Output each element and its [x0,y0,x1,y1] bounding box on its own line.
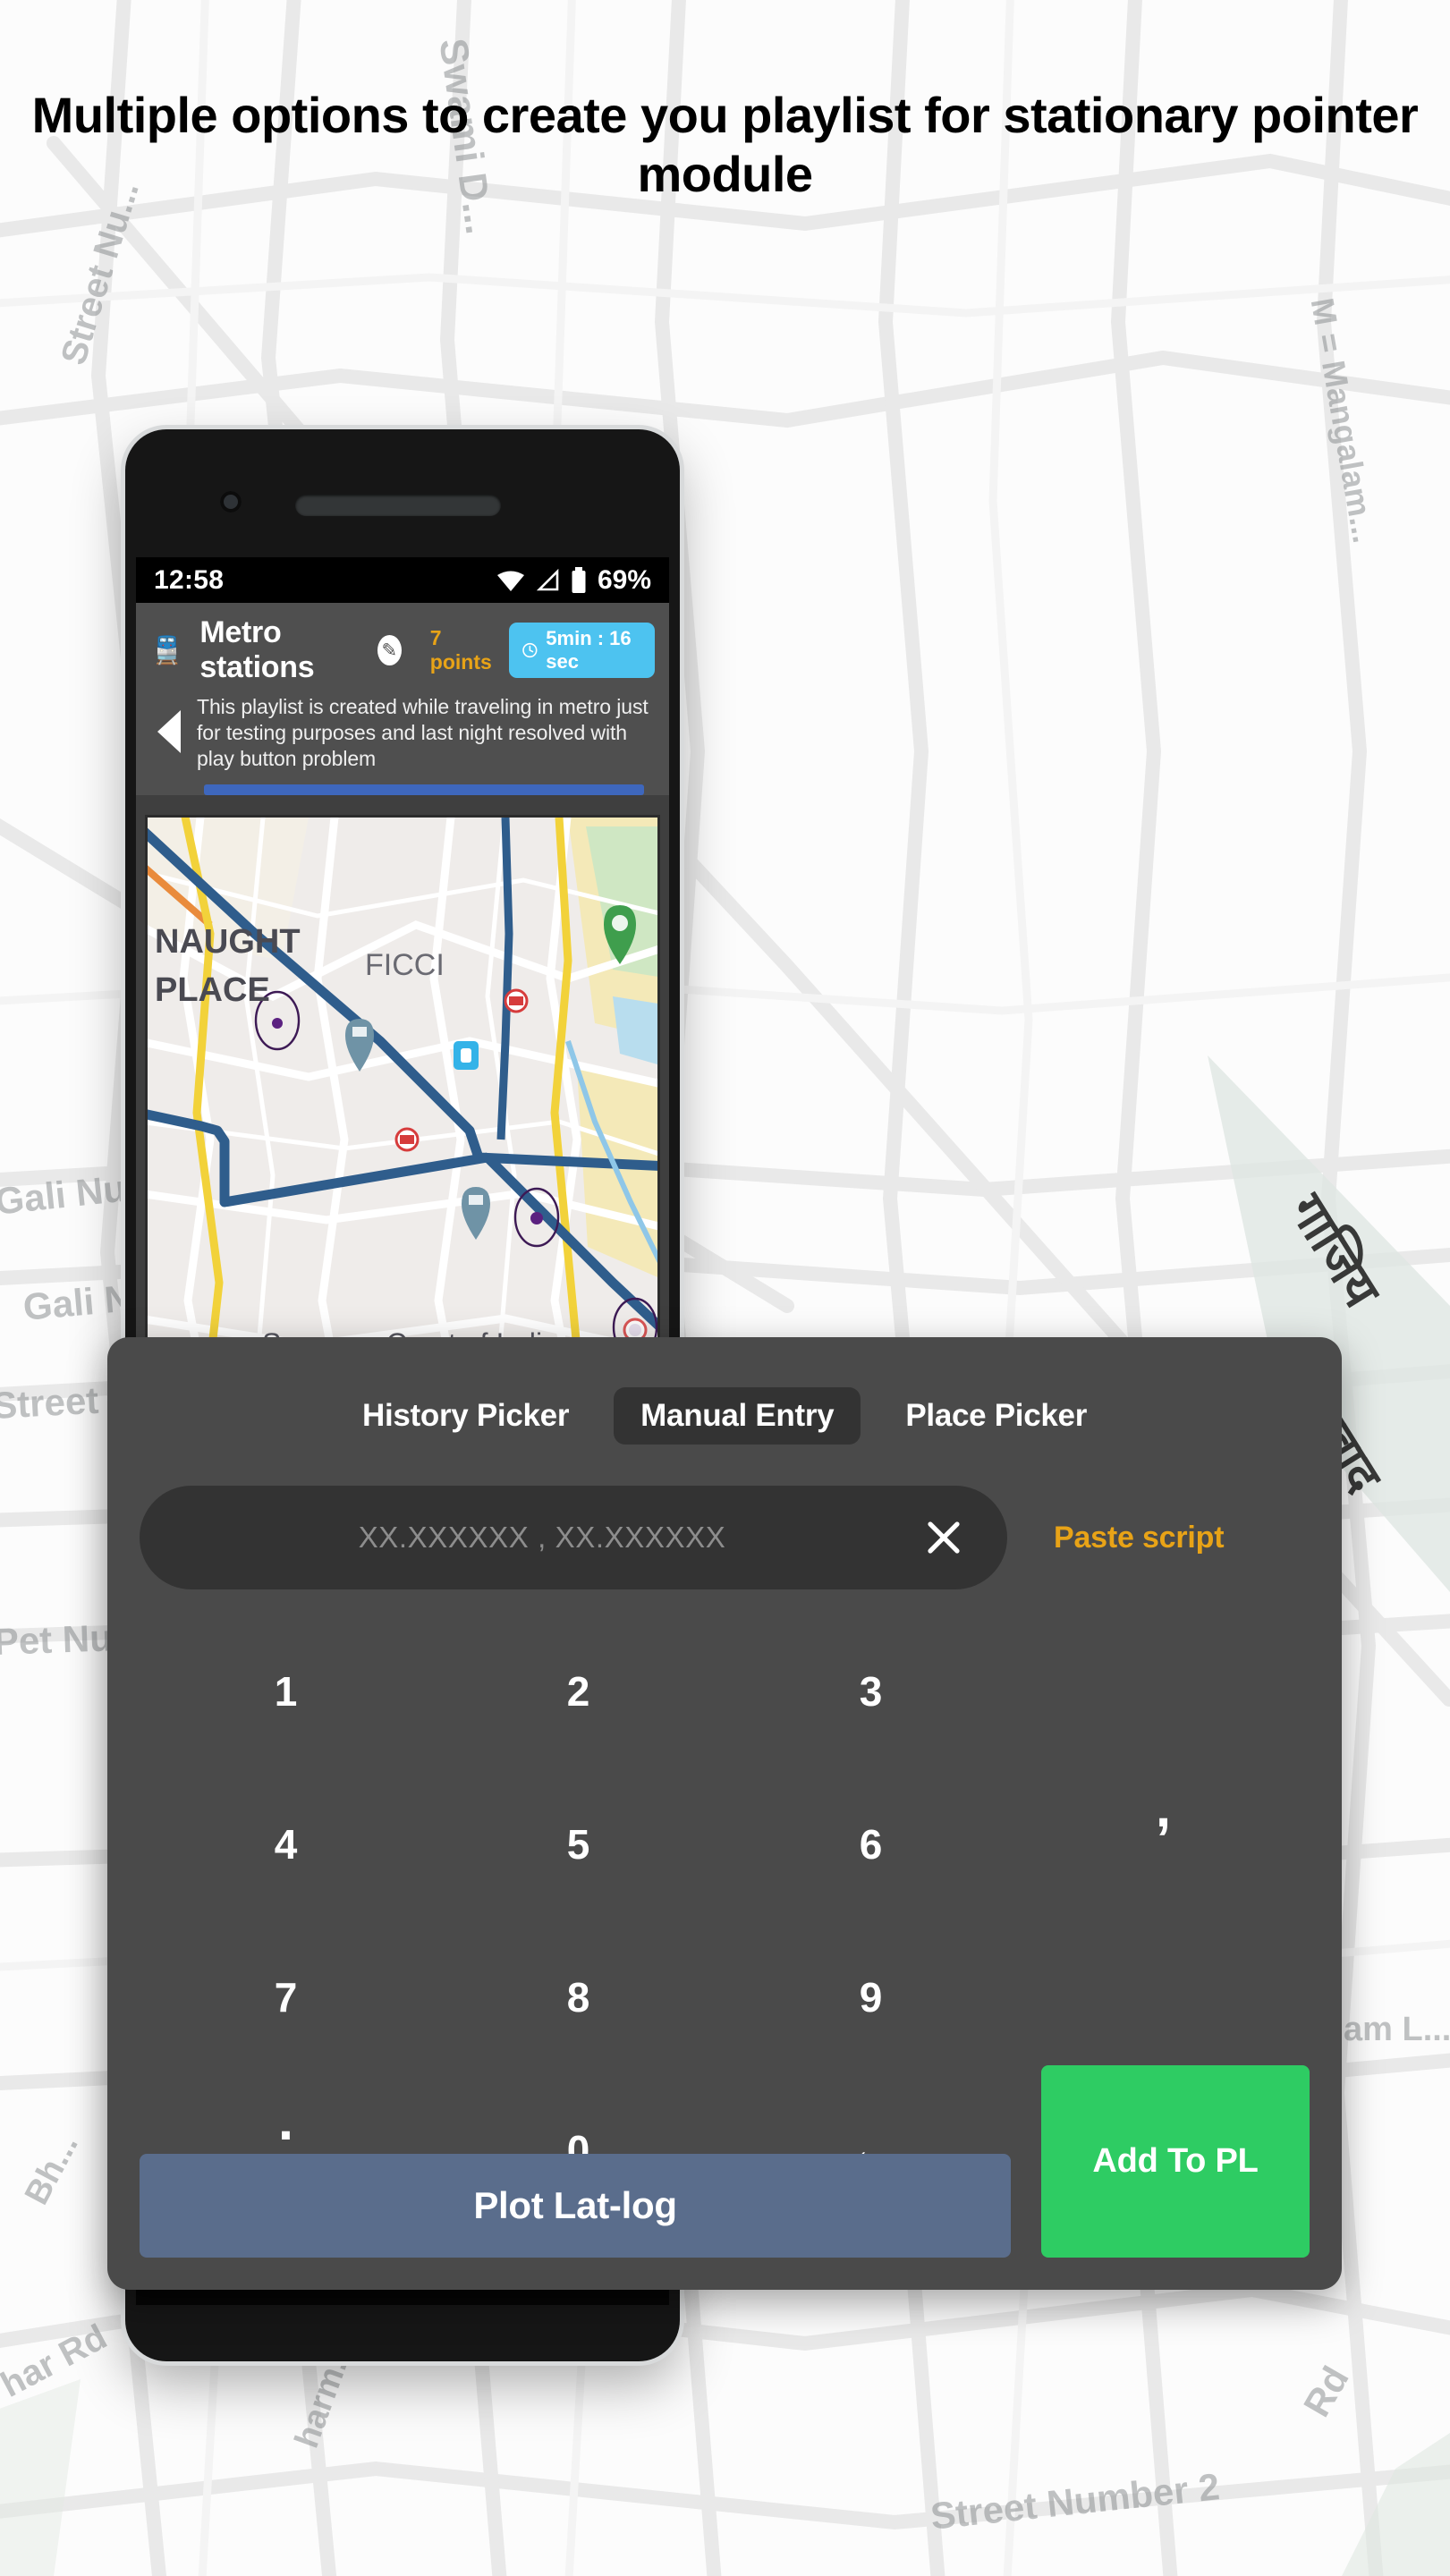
phone-top-bezel [125,429,680,557]
back-arrow-icon[interactable] [154,708,186,755]
map-place-label: NAUGHT [155,922,301,961]
page-title: Multiple options to create you playlist … [31,87,1419,203]
playlist-duration-badge: 5min : 16 sec [508,623,656,678]
playlist-progress-divider [204,784,644,795]
coordinate-input[interactable]: XX.XXXXXX , XX.XXXXXX [140,1486,1007,1589]
manual-entry-panel: History Picker Manual Entry Place Picker… [107,1337,1342,2290]
tab-place-picker[interactable]: Place Picker [900,1387,1092,1445]
train-icon: 🚆 [150,635,184,665]
playlist-description-row: This playlist is created while traveling… [136,685,669,772]
status-time: 12:58 [154,564,225,595]
playlist-description: This playlist is created while traveling… [197,695,649,770]
key-comma[interactable]: , [1017,1767,1310,1920]
picker-tabs: History Picker Manual Entry Place Picker [107,1337,1342,1445]
tab-history-picker[interactable]: History Picker [357,1387,574,1445]
key-2[interactable]: 2 [432,1614,725,1767]
panel-action-row: Plot Lat-log Add To PL [107,2065,1342,2290]
close-x-icon[interactable] [923,1517,964,1558]
map-place-label: FICCI [365,947,445,982]
clock-icon [521,642,538,658]
coordinate-placeholder: XX.XXXXXX , XX.XXXXXX [358,1521,726,1554]
playlist-title-row: 🚆 Metro stations ✎ 7 points 5min : 16 se… [136,610,669,685]
key-5[interactable]: 5 [432,1767,725,1920]
key-9[interactable]: 9 [725,1920,1017,2073]
status-icons: 69% [496,565,651,596]
playlist-duration-text: 5min : 16 sec [546,627,632,673]
key-4[interactable]: 4 [140,1767,432,1920]
add-to-playlist-button[interactable]: Add To PL [1041,2065,1310,2258]
earpiece-speaker-icon [295,495,501,516]
battery-icon [572,566,586,593]
back-triangle-icon[interactable] [154,708,186,755]
key-1[interactable]: 1 [140,1614,432,1767]
background-map-label: am L... [1344,2011,1450,2048]
front-camera-icon [220,491,242,513]
signal-icon [536,568,559,590]
background-map-label: Street [0,1378,100,1427]
wifi-icon [496,571,524,591]
playlist-title: Metro stations [199,615,315,684]
key-7[interactable]: 7 [140,1920,432,2073]
edit-pencil-icon[interactable]: ✎ [377,635,402,665]
plot-latlog-button[interactable]: Plot Lat-log [140,2154,1011,2258]
key-6[interactable]: 6 [725,1767,1017,1920]
playlist-points-count: 7 points [429,626,492,674]
playlist-header: 🚆 Metro stations ✎ 7 points 5min : 16 se… [136,603,669,795]
key-8[interactable]: 8 [432,1920,725,2073]
map-place-label: PLACE [155,970,270,1009]
status-bar: 12:58 69% [136,557,669,603]
battery-percent: 69% [597,564,651,595]
tab-manual-entry[interactable]: Manual Entry [614,1387,861,1445]
coordinate-entry-row: XX.XXXXXX , XX.XXXXXX Paste script [107,1445,1342,1589]
key-3[interactable]: 3 [725,1614,1017,1767]
paste-script-button[interactable]: Paste script [1054,1521,1225,1555]
clear-icon[interactable] [923,1517,964,1558]
